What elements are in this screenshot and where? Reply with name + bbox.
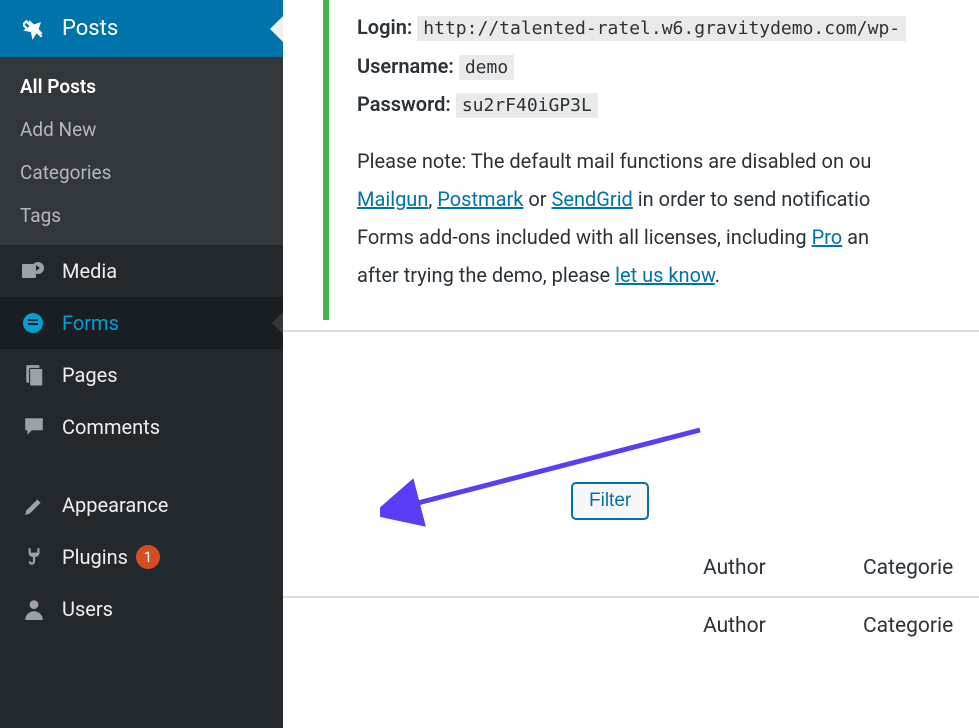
pin-icon xyxy=(20,17,48,41)
sidebar-sub-all-posts[interactable]: All Posts xyxy=(0,65,283,108)
link-postmark[interactable]: Postmark xyxy=(437,187,523,211)
sidebar-item-appearance[interactable]: Appearance xyxy=(0,479,283,531)
sidebar-label: Users xyxy=(62,597,113,621)
sidebar-label: Posts xyxy=(62,16,118,41)
sidebar-item-pages[interactable]: Pages xyxy=(0,349,283,401)
comments-icon xyxy=(20,415,48,439)
col-author[interactable]: Author xyxy=(703,556,873,580)
sidebar-label: Forms xyxy=(62,311,119,335)
link-mailgun[interactable]: Mailgun xyxy=(357,187,428,211)
login-label: Login: xyxy=(357,15,412,39)
link-pro[interactable]: Pro xyxy=(812,225,843,249)
sidebar-item-media[interactable]: Media xyxy=(0,245,283,297)
sidebar-item-posts[interactable]: Posts xyxy=(0,0,283,57)
sidebar-sub-add-new[interactable]: Add New xyxy=(0,108,283,151)
sidebar-item-comments[interactable]: Comments xyxy=(0,401,283,453)
table-header-row: Author Categorie xyxy=(283,540,979,598)
username-value: demo xyxy=(459,55,514,80)
table-header-row-2: Author Categorie xyxy=(283,598,979,654)
sidebar-label: Comments xyxy=(62,415,160,439)
appearance-icon xyxy=(20,493,48,517)
media-icon xyxy=(20,259,48,283)
sidebar-label: Appearance xyxy=(62,493,168,517)
username-label: Username: xyxy=(357,54,454,78)
sidebar-posts-submenu: All Posts Add New Categories Tags xyxy=(0,57,283,245)
plugins-icon xyxy=(20,545,48,569)
notice-text: Please note: The default mail functions … xyxy=(357,149,871,173)
forms-icon xyxy=(20,311,48,335)
sidebar-item-forms[interactable]: Forms xyxy=(0,297,283,349)
col-categories-2[interactable]: Categorie xyxy=(863,614,953,638)
sidebar-label: Pages xyxy=(62,363,118,387)
filter-button[interactable]: Filter xyxy=(571,482,649,520)
col-author-2[interactable]: Author xyxy=(703,614,873,638)
users-icon xyxy=(20,597,48,621)
plugins-badge: 1 xyxy=(136,545,160,569)
main-content: Login: http://talented-ratel.w6.gravityd… xyxy=(283,0,979,728)
sidebar-label: Plugins xyxy=(62,545,128,569)
col-categories[interactable]: Categorie xyxy=(863,556,953,580)
pages-icon xyxy=(20,363,48,387)
filter-row: Filter xyxy=(283,332,979,540)
sidebar-item-users[interactable]: Users xyxy=(0,583,283,635)
link-let-us-know[interactable]: let us know xyxy=(615,263,715,287)
sidebar-sub-categories[interactable]: Categories xyxy=(0,151,283,194)
sidebar-item-plugins[interactable]: Plugins 1 xyxy=(0,531,283,583)
demo-notice: Login: http://talented-ratel.w6.gravityd… xyxy=(323,0,979,320)
sidebar-label: Media xyxy=(62,259,117,283)
login-value: http://talented-ratel.w6.gravitydemo.com… xyxy=(417,16,906,41)
sidebar-sub-tags[interactable]: Tags xyxy=(0,194,283,237)
password-value: su2rF40iGP3L xyxy=(456,93,598,118)
admin-sidebar: Posts All Posts Add New Categories Tags … xyxy=(0,0,283,728)
password-label: Password: xyxy=(357,92,451,116)
link-sendgrid[interactable]: SendGrid xyxy=(551,187,632,211)
